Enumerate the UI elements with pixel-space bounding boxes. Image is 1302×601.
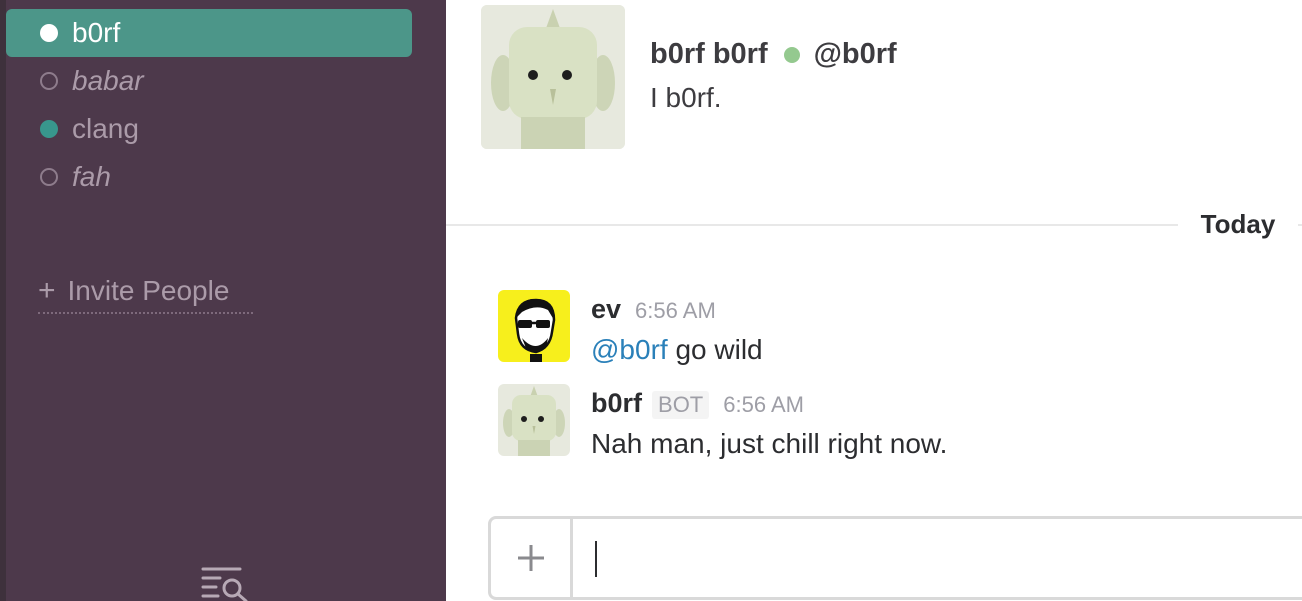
invite-people-link[interactable]: + Invite People [38,270,254,314]
message-body: Nah man, just chill right now. [591,428,947,460]
presence-online-icon [783,46,800,63]
day-divider [446,224,1302,226]
message-text: go wild [667,334,763,365]
message-header: b0rf BOT 6:56 AM [591,388,804,419]
user-mention[interactable]: @b0rf [591,334,668,365]
dm-item-b0rf[interactable]: b0rf [6,9,412,57]
dm-item-label: clang [72,113,139,144]
invite-people-label: Invite People [67,275,230,306]
avatar[interactable] [498,384,570,456]
presence-away-icon [40,168,58,186]
message-composer [488,516,1302,600]
profile-display-name: b0rf b0rf [650,38,768,70]
message-author[interactable]: b0rf [591,388,642,419]
presence-online-icon [40,120,58,138]
message-author[interactable]: ev [591,294,621,325]
presence-online-icon [40,24,58,42]
conversation-pane: b0rf b0rf @b0rf I b0rf. Today ev 6:56 AM… [446,0,1302,601]
bot-badge: BOT [652,391,710,419]
sidebar: b0rf babar clang fah + Invite People [0,0,446,601]
profile-name-row: b0rf b0rf @b0rf [650,38,897,71]
message-input[interactable] [575,519,1302,597]
text-caret [595,541,597,577]
message-timestamp[interactable]: 6:56 AM [723,392,804,418]
dm-item-label: fah [72,161,111,192]
profile-handle: @b0rf [813,38,897,70]
quick-switcher-icon[interactable] [200,566,250,601]
dm-item-clang[interactable]: clang [6,105,412,153]
profile-bio: I b0rf. [650,82,722,113]
message-text: Nah man, just chill right now. [591,428,948,459]
dm-item-label: b0rf [72,17,121,48]
plus-icon: + [38,274,56,307]
dm-item-label: babar [72,65,144,96]
message-body: @b0rf go wild [591,334,763,366]
add-attachment-button[interactable] [491,519,573,597]
robot-avatar-icon [498,384,570,456]
dm-item-fah[interactable]: fah [6,153,412,201]
avatar[interactable] [498,290,570,362]
profile-avatar[interactable] [481,5,625,149]
day-divider-label: Today [1178,206,1298,242]
dm-item-babar[interactable]: babar [6,57,412,105]
presence-away-icon [40,72,58,90]
robot-avatar-icon [481,5,625,149]
message-timestamp[interactable]: 6:56 AM [635,298,716,324]
message-header: ev 6:56 AM [591,294,716,325]
plus-icon [517,545,544,571]
sunglasses-face-avatar-icon [498,290,570,362]
